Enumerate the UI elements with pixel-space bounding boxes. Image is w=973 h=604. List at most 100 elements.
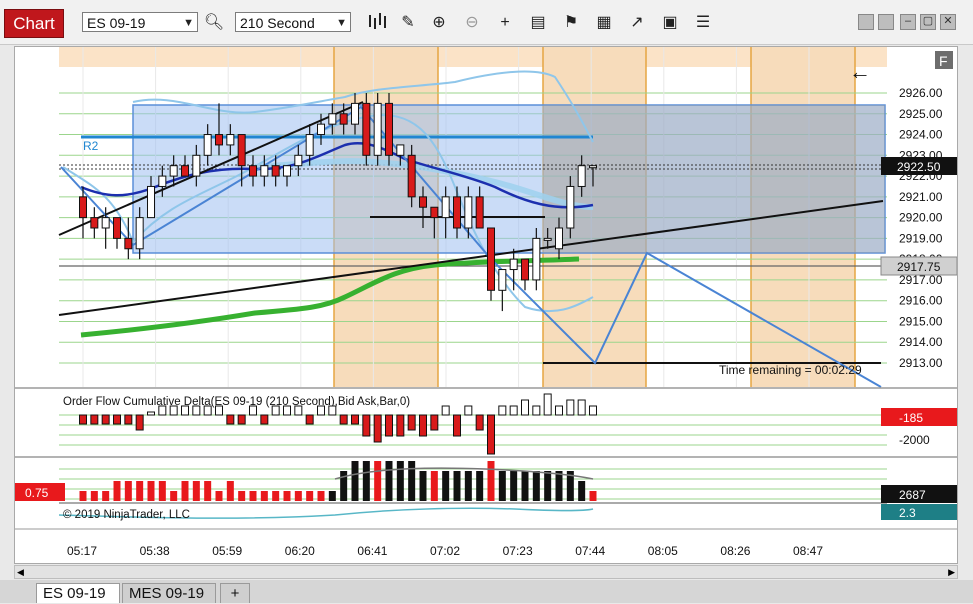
candle-body xyxy=(147,185,155,219)
add-tab-button[interactable]: + xyxy=(220,583,250,603)
delta-bar xyxy=(90,414,99,425)
delta-bar xyxy=(430,414,439,431)
scroll-left-icon[interactable]: ◀ xyxy=(17,566,24,578)
candle-body xyxy=(396,144,405,156)
price-label: 2924.00 xyxy=(899,128,943,142)
candle-body xyxy=(328,113,337,125)
time-label: 07:02 xyxy=(430,544,460,558)
window-tile2-icon[interactable] xyxy=(878,14,894,30)
volume-bar xyxy=(328,491,336,501)
candle-body xyxy=(362,102,371,156)
delta-bar xyxy=(419,414,427,437)
price-label: 2925.00 xyxy=(899,107,943,121)
left-arrow-icon[interactable]: ← xyxy=(849,59,871,84)
delta-bar xyxy=(566,399,575,416)
volume-bar xyxy=(510,471,518,501)
bar-style-icon[interactable] xyxy=(366,12,388,34)
zoom-in-icon[interactable]: ⊕ xyxy=(428,12,450,34)
candle-body xyxy=(181,165,189,177)
volume-bar xyxy=(453,471,461,501)
time-label: 05:38 xyxy=(140,544,170,558)
properties-icon[interactable]: ⚑ xyxy=(560,12,582,34)
delta-bar xyxy=(271,405,280,416)
chart-panel[interactable]: R2 ← F Time remaining = 00:02:29 2926.00… xyxy=(14,46,958,564)
candle-body xyxy=(453,196,461,229)
instrument-selector[interactable]: ES 09-19 ▼ xyxy=(82,12,198,32)
delta-bar xyxy=(101,414,110,425)
candle-body xyxy=(487,227,495,291)
candle-body xyxy=(532,237,541,281)
volume-bar xyxy=(124,481,132,501)
crosshair-icon[interactable]: + xyxy=(494,12,516,34)
pencil-icon[interactable]: ✎ xyxy=(397,12,419,34)
candle-body xyxy=(521,258,529,281)
candle-body xyxy=(589,165,597,169)
chart-window-label: Chart xyxy=(4,9,64,38)
tab-mes-09-19[interactable]: MES 09-19 xyxy=(122,583,216,603)
candle-body xyxy=(260,165,269,177)
candle-body xyxy=(351,102,359,125)
delta-bar xyxy=(498,405,507,416)
delta-bar xyxy=(226,414,235,425)
volume-bar xyxy=(79,491,87,501)
candle-body xyxy=(135,217,144,250)
delta-bar xyxy=(464,405,473,416)
minimize-icon[interactable]: – xyxy=(900,14,916,30)
indicator-title: Order Flow Cumulative Delta(ES 09-19 (21… xyxy=(63,396,410,408)
delta-bar xyxy=(487,414,495,455)
price-label: 2914.00 xyxy=(899,335,943,349)
volume-bar xyxy=(272,491,280,501)
horizontal-scrollbar[interactable]: ◀ ▶ xyxy=(14,565,958,579)
candle-body xyxy=(192,154,201,177)
scroll-right-icon[interactable]: ▶ xyxy=(948,566,955,578)
delta-bar xyxy=(509,405,518,416)
maximize-icon[interactable]: ▢ xyxy=(920,14,936,30)
data-box-icon[interactable]: ▤ xyxy=(527,12,549,34)
volume-bar xyxy=(589,491,597,501)
delta-bar xyxy=(543,393,552,416)
zoom-out-icon[interactable]: ⊖ xyxy=(461,12,483,34)
marker-price-text: 2917.75 xyxy=(897,260,941,274)
candle-body xyxy=(294,154,303,167)
search-icon[interactable]: 🔍︎ xyxy=(203,12,225,34)
instrument-value: ES 09-19 xyxy=(87,15,146,31)
delta-bar xyxy=(589,405,597,416)
delta-bar xyxy=(373,414,382,443)
list-icon[interactable]: ☰ xyxy=(692,12,714,34)
volume-bar xyxy=(249,491,257,501)
volume-bar xyxy=(408,461,416,501)
volume-bar xyxy=(204,481,212,501)
delta-bar xyxy=(317,405,325,416)
volume-bar xyxy=(192,481,200,501)
delta-bar xyxy=(294,405,303,416)
candle-body xyxy=(249,165,257,177)
candle-body xyxy=(283,165,291,177)
candle-body xyxy=(407,154,416,198)
volume-bar xyxy=(521,471,529,501)
candle-body xyxy=(566,185,575,229)
delta-bar xyxy=(396,414,405,437)
templates-icon[interactable]: ▣ xyxy=(659,12,681,34)
interval-selector[interactable]: 210 Second ▼ xyxy=(235,12,351,32)
tab-es-09-19[interactable]: ES 09-19 xyxy=(36,583,120,603)
delta-badge-text: -185 xyxy=(899,411,923,425)
candle-body xyxy=(215,134,223,146)
close-icon[interactable]: ✕ xyxy=(940,14,956,30)
volume-bar xyxy=(362,461,370,501)
delta-bar xyxy=(339,414,348,425)
candle-body xyxy=(317,123,325,136)
candle-body xyxy=(373,102,382,156)
candle-body xyxy=(79,196,87,219)
window-tile-icon[interactable] xyxy=(858,14,874,30)
time-label: 08:47 xyxy=(793,544,823,558)
candle-body xyxy=(385,102,393,156)
chart-canvas[interactable]: R2 ← F Time remaining = 00:02:29 2926.00… xyxy=(15,47,957,563)
indicators-icon[interactable]: ↗ xyxy=(626,12,648,34)
strategies-icon[interactable]: ▦ xyxy=(593,12,615,34)
chevron-down-icon: ▼ xyxy=(183,17,194,29)
delta-bar xyxy=(351,414,359,425)
price-label: 2915.00 xyxy=(899,314,943,328)
candle-body xyxy=(419,196,427,208)
volume-bar xyxy=(260,491,268,501)
candle-body xyxy=(101,217,110,229)
